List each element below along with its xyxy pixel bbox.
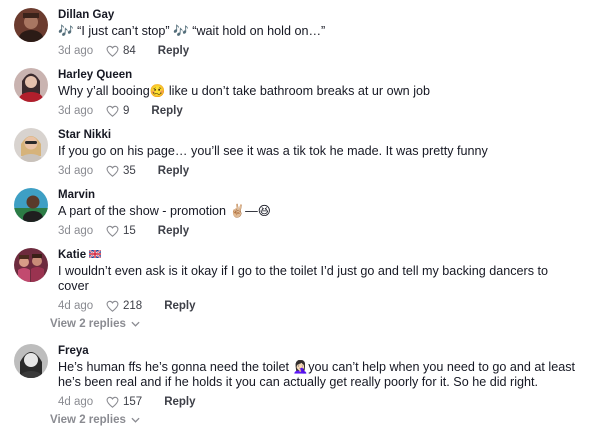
avatar[interactable] (14, 188, 48, 222)
reply-button[interactable]: Reply (164, 300, 195, 312)
uk-flag-icon (89, 250, 102, 258)
avatar[interactable] (14, 248, 48, 282)
view-replies-button[interactable]: View 2 replies (50, 318, 140, 330)
comment-text-line: I wouldn’t even ask is it okay if I go t… (58, 264, 549, 278)
comment-text-line: He’s human ffs he’s gonna need the toile… (58, 360, 575, 374)
comment-date: 4d ago (58, 300, 94, 312)
avatar[interactable] (14, 68, 48, 102)
avatar[interactable] (14, 344, 48, 378)
like-count: 218 (123, 300, 143, 312)
comment-text: A part of the show - promotion ✌🏼—😆 (58, 204, 271, 218)
chevron-down-icon (131, 417, 140, 423)
view-replies-button[interactable]: View 2 replies (50, 414, 140, 426)
like-count: 35 (123, 165, 136, 177)
view-replies-label: View 2 replies (50, 414, 126, 426)
comment-text-line: he’s been real and if he holds it you ca… (58, 375, 539, 389)
chevron-down-icon (131, 321, 140, 327)
comment-text-line: cover (58, 279, 89, 293)
comment-text: 🎶 “I just can’t stop” 🎶 “wait hold on ho… (58, 24, 326, 38)
username-label: Katie (58, 249, 87, 261)
username[interactable]: Freya (58, 344, 575, 358)
heart-outline-icon (106, 396, 119, 408)
like-count: 157 (123, 396, 143, 408)
comment-text: If you go on his page… you’ll see it was… (58, 144, 488, 158)
view-replies-label: View 2 replies (50, 318, 126, 330)
like-button[interactable]: 35 (106, 165, 136, 177)
like-button[interactable]: 218 (106, 300, 142, 312)
reply-button[interactable]: Reply (151, 105, 182, 117)
comment-date: 3d ago (58, 165, 94, 177)
heart-outline-icon (106, 45, 119, 57)
comment-text: Why y’all booing🥴 like u don’t take bath… (58, 84, 430, 98)
username[interactable]: Katie (58, 248, 575, 262)
reply-button[interactable]: Reply (158, 225, 189, 237)
comment-text: I wouldn’t even ask is it okay if I go t… (58, 264, 575, 294)
comment-date: 3d ago (58, 45, 94, 57)
like-count: 15 (123, 225, 136, 237)
reply-button[interactable]: Reply (164, 396, 195, 408)
reply-button[interactable]: Reply (158, 165, 189, 177)
comment-date: 4d ago (58, 396, 94, 408)
username[interactable]: Star Nikki (58, 128, 575, 142)
comment-text: He’s human ffs he’s gonna need the toile… (58, 360, 575, 390)
like-button[interactable]: 15 (106, 225, 136, 237)
like-button[interactable]: 84 (106, 45, 136, 57)
heart-outline-icon (106, 300, 119, 312)
username[interactable]: Marvin (58, 188, 575, 202)
reply-button[interactable]: Reply (158, 45, 189, 57)
comment-date: 3d ago (58, 225, 94, 237)
like-button[interactable]: 157 (106, 396, 142, 408)
comment-thread: Dillan Gay 🎶 “I just can’t stop” 🎶 “wait… (0, 0, 595, 431)
like-count: 9 (123, 105, 130, 117)
avatar[interactable] (14, 8, 48, 42)
heart-outline-icon (106, 165, 119, 177)
like-count: 84 (123, 45, 136, 57)
username[interactable]: Dillan Gay (58, 8, 575, 22)
heart-outline-icon (106, 225, 119, 237)
heart-outline-icon (106, 105, 119, 117)
comment-date: 3d ago (58, 105, 94, 117)
username[interactable]: Harley Queen (58, 68, 575, 82)
like-button[interactable]: 9 (106, 105, 129, 117)
avatar[interactable] (14, 128, 48, 162)
